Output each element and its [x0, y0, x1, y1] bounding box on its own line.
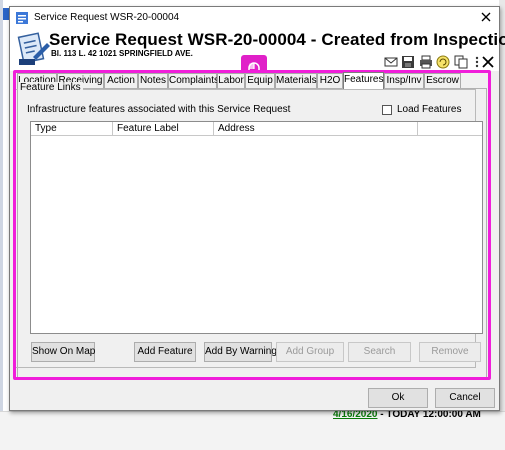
window-title: Service Request WSR-20-00004: [34, 12, 180, 23]
header-area: Service Request WSR-20-00004 - Created f…: [10, 29, 505, 91]
column-type[interactable]: Type: [31, 122, 113, 135]
show-on-map-button[interactable]: Show On Map: [31, 342, 95, 362]
refresh-icon[interactable]: [436, 55, 450, 69]
column-feature-label[interactable]: Feature Label: [113, 122, 214, 135]
title-bar: Service Request WSR-20-00004: [10, 7, 499, 29]
load-features-label: Load Features: [397, 104, 462, 115]
column-address[interactable]: Address: [214, 122, 418, 135]
envelope-icon[interactable]: [384, 55, 398, 69]
tab-action[interactable]: Action: [104, 73, 138, 88]
remove-button[interactable]: Remove: [419, 342, 481, 362]
add-group-button[interactable]: Add Group: [276, 342, 344, 362]
window-app-icon: [16, 12, 28, 24]
feature-links-legend: Feature Links: [18, 82, 83, 93]
tab-escrow[interactable]: Escrow: [424, 73, 461, 88]
search-button[interactable]: Search: [348, 342, 411, 362]
feature-links-grid[interactable]: Type Feature Label Address: [30, 121, 483, 334]
column-extra[interactable]: [418, 122, 482, 135]
copy-icon[interactable]: [454, 55, 468, 69]
add-feature-button[interactable]: Add Feature: [134, 342, 196, 362]
grid-header: Type Feature Label Address: [31, 122, 482, 136]
tab-insp-inv[interactable]: Insp/Inv: [384, 73, 424, 88]
add-by-warning-button[interactable]: Add By Warning: [204, 342, 277, 362]
header-close-icon[interactable]: [481, 55, 495, 69]
tab-notes[interactable]: Notes: [138, 73, 168, 88]
service-request-icon: [17, 32, 50, 65]
background-app-edge: [0, 0, 3, 449]
tab-labor[interactable]: Labor: [217, 73, 245, 88]
feature-links-description: Infrastructure features associated with …: [27, 104, 291, 115]
cancel-button[interactable]: Cancel: [435, 388, 495, 408]
page-title: Service Request WSR-20-00004 - Created f…: [49, 30, 505, 49]
close-icon[interactable]: [478, 9, 494, 25]
page-subtitle: Bl. 113 L. 42 1021 SPRINGFIELD AVE.: [51, 49, 193, 58]
tab-h2o[interactable]: H2O: [317, 73, 343, 88]
save-icon[interactable]: [401, 55, 415, 69]
print-icon[interactable]: [419, 55, 433, 69]
ok-button[interactable]: Ok: [368, 388, 428, 408]
tab-features[interactable]: Features: [343, 72, 384, 89]
tab-materials[interactable]: Materials: [275, 73, 317, 88]
tab-complaints[interactable]: Complaints: [168, 73, 219, 88]
load-features-checkbox[interactable]: [382, 105, 392, 115]
tab-equip[interactable]: Equip: [245, 73, 275, 88]
